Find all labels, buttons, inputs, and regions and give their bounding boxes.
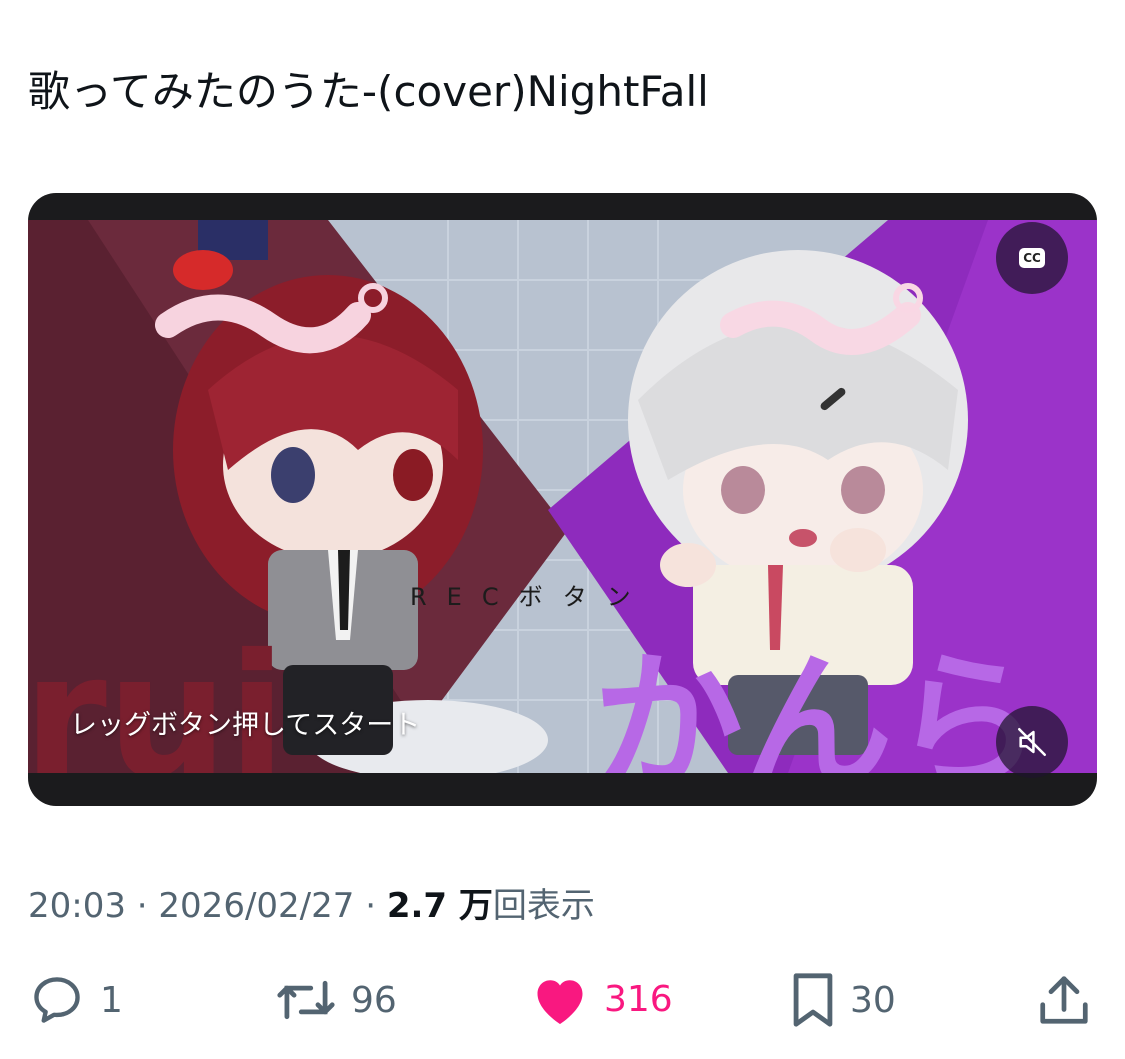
tweet-actions: 1 96 316 30 (0, 965, 1125, 1035)
like-button[interactable]: 316 (530, 971, 673, 1027)
video-caption: レッグボタン押してスタート (70, 710, 421, 741)
heart-icon (537, 980, 583, 1024)
mute-button[interactable] (996, 706, 1068, 778)
tweet-text: 歌ってみたのうた-(cover)NightFall (28, 67, 709, 116)
retweet-icon (277, 980, 335, 1020)
retweet-count: 96 (351, 979, 397, 1021)
tweet-time[interactable]: 20:03 (28, 886, 126, 926)
meta-separator: · (354, 886, 387, 926)
video-thumbnail[interactable]: RECボタン rui かんら (28, 220, 1097, 773)
reply-count: 1 (100, 979, 123, 1021)
video-left-name: rui (28, 618, 286, 773)
video-player[interactable]: RECボタン rui かんら レッグボタン押してスタート CC (28, 193, 1097, 806)
share-button[interactable] (1038, 971, 1090, 1029)
captions-button[interactable]: CC (996, 222, 1068, 294)
tweet-meta: 20:03 · 2026/02/27 · 2.7 万回表示 (28, 878, 595, 927)
reply-button[interactable]: 1 (28, 971, 123, 1029)
bookmark-count: 30 (850, 979, 896, 1021)
cc-icon: CC (1019, 248, 1045, 268)
muted-speaker-icon (1017, 727, 1047, 757)
views-label: 回表示 (492, 886, 595, 926)
video-right-name: かんら (593, 637, 1043, 773)
like-count: 316 (604, 978, 673, 1020)
bookmark-icon (793, 973, 833, 1027)
meta-separator: · (125, 886, 159, 926)
tweet-date[interactable]: 2026/02/27 (158, 886, 354, 926)
video-overlay-text: RECボタン (410, 583, 651, 611)
views-count: 2.7 万 (386, 886, 493, 926)
reply-bubble-icon (34, 977, 80, 1023)
retweet-button[interactable]: 96 (275, 971, 397, 1029)
bookmark-button[interactable]: 30 (790, 971, 896, 1029)
share-icon (1040, 976, 1088, 1024)
